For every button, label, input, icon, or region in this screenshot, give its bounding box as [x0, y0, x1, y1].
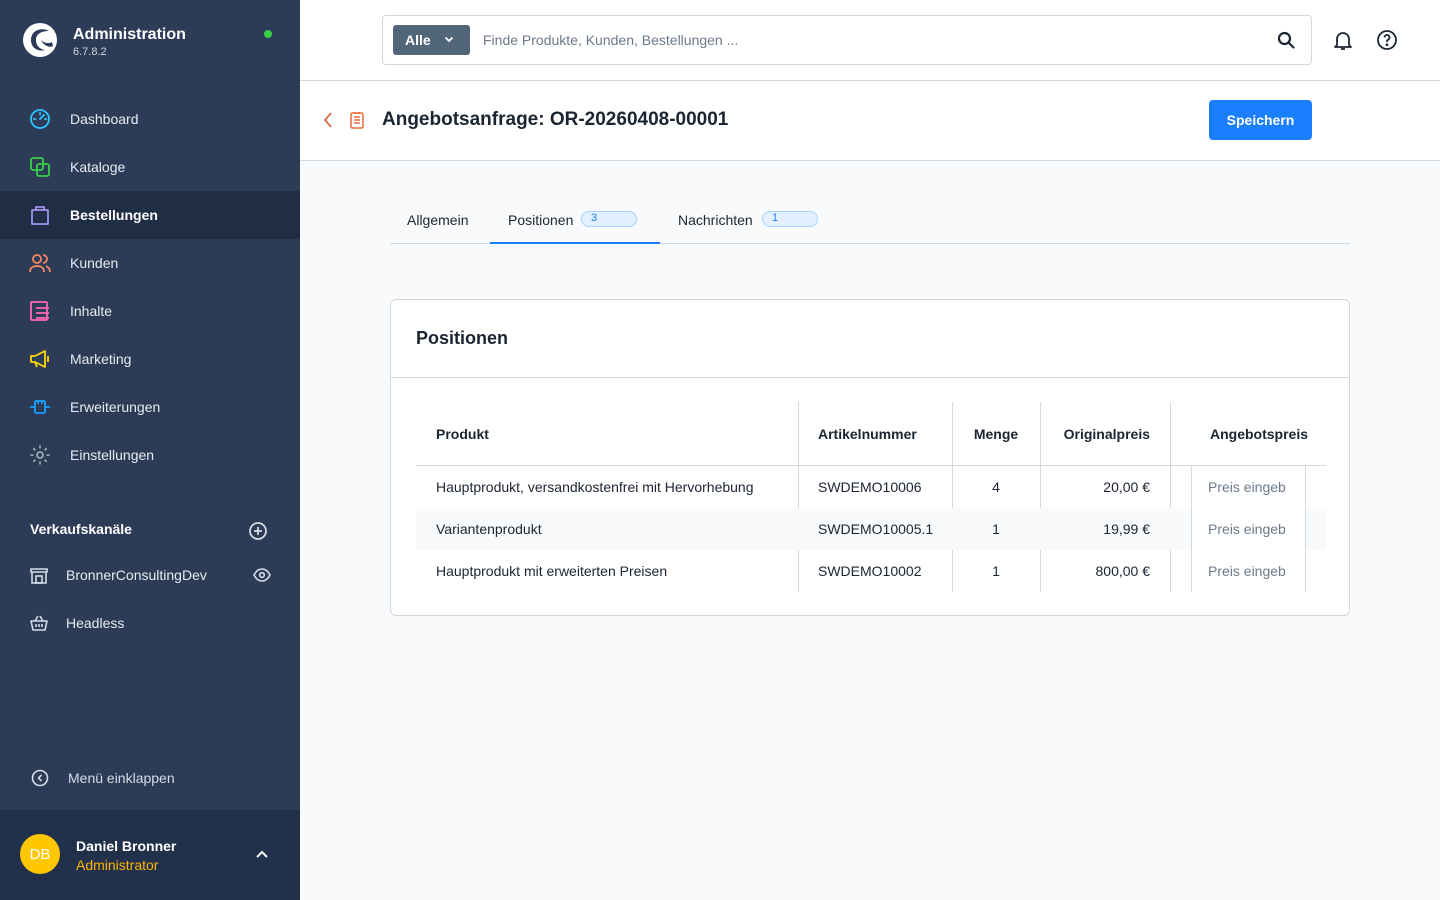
dashboard-icon: [30, 109, 50, 129]
sidebar-item-label: Inhalte: [70, 303, 113, 319]
customers-icon: [29, 254, 51, 273]
sidebar: Administration 6.7.8.2 Dashboard Katalog…: [0, 0, 300, 900]
user-panel[interactable]: DB Daniel Bronner Administrator: [0, 810, 300, 900]
catalog-icon: [30, 157, 50, 177]
count-badge: 1: [762, 211, 818, 227]
help-icon[interactable]: [1376, 29, 1398, 51]
search-type-dropdown[interactable]: Alle: [393, 25, 470, 55]
column-header-originalpreis[interactable]: Originalpreis: [1040, 402, 1150, 465]
column-header-produkt[interactable]: Produkt: [436, 402, 489, 465]
product-sku: SWDEMO10006: [818, 479, 922, 495]
column-header-menge[interactable]: Menge: [952, 402, 1040, 465]
sidebar-item-label: Dashboard: [70, 111, 139, 127]
sidebar-item-kataloge[interactable]: Kataloge: [0, 143, 300, 191]
search-input[interactable]: [483, 28, 1243, 52]
sales-channel-label: Headless: [66, 615, 125, 631]
table-row: Hauptprodukt, versandkostenfrei mit Herv…: [416, 466, 1326, 508]
card-title: Positionen: [416, 328, 509, 348]
sidebar-item-label: Erweiterungen: [70, 399, 161, 415]
offer-price-input[interactable]: Preis eingeb: [1191, 466, 1306, 508]
original-price: 20,00 €: [1103, 479, 1150, 495]
sidebar-item-label: Bestellungen: [70, 207, 158, 223]
sales-channels-header: Verkaufskanäle: [30, 521, 132, 537]
global-search: Alle: [382, 15, 1312, 65]
table-row: Variantenprodukt SWDEMO10005.1 1 19,99 €…: [416, 508, 1326, 550]
sidebar-item-label: Einstellungen: [70, 447, 155, 463]
positions-table: Produkt Artikelnummer Menge Originalprei…: [416, 402, 1326, 592]
count-badge: 3: [581, 211, 637, 227]
sidebar-item-bestellungen[interactable]: Bestellungen: [0, 191, 300, 239]
add-sales-channel-icon[interactable]: [248, 521, 268, 541]
original-price: 800,00 €: [1095, 563, 1151, 579]
sidebar-item-label: Kataloge: [70, 159, 126, 175]
product-name: Hauptprodukt, versandkostenfrei mit Herv…: [436, 479, 754, 495]
offer-price-input[interactable]: Preis eingeb: [1191, 550, 1306, 592]
top-bar: Alle: [300, 0, 1440, 81]
tab-positionen[interactable]: Positionen 3: [490, 195, 660, 244]
quantity: 1: [992, 521, 1000, 537]
tab-nachrichten[interactable]: Nachrichten 1: [660, 195, 830, 244]
sidebar-item-label: Marketing: [70, 351, 132, 367]
eye-icon[interactable]: [253, 567, 271, 583]
gear-icon: [30, 445, 50, 465]
offer-price-input[interactable]: Preis eingeb: [1191, 508, 1306, 550]
tab-bar: Allgemein Positionen 3 Nachrichten 1: [390, 195, 1350, 244]
quantity: 4: [992, 479, 1000, 495]
main-nav: Dashboard Kataloge Bestellungen Kunden I…: [0, 95, 300, 479]
divider: [391, 377, 1349, 378]
bell-icon[interactable]: [1332, 29, 1354, 51]
sidebar-item-dashboard[interactable]: Dashboard: [0, 95, 300, 143]
sidebar-item-erweiterungen[interactable]: Erweiterungen: [0, 383, 300, 431]
sales-channel-label: BronnerConsultingDev: [66, 567, 207, 583]
product-name: Hauptprodukt mit erweiterten Preisen: [436, 563, 668, 579]
smart-bar: Angebotsanfrage: OR-20260408-00001 Speic…: [300, 81, 1440, 161]
page-title: Angebotsanfrage: OR-20260408-00001: [382, 109, 729, 130]
table-header: Produkt Artikelnummer Menge Originalprei…: [416, 402, 1326, 466]
megaphone-icon: [30, 350, 49, 368]
tab-allgemein[interactable]: Allgemein: [390, 195, 490, 244]
column-header-angebotspreis[interactable]: Angebotspreis: [1170, 402, 1326, 465]
brand-header: Administration 6.7.8.2: [0, 0, 300, 80]
content-icon: [30, 301, 49, 321]
search-icon[interactable]: [1277, 31, 1295, 49]
app-version: 6.7.8.2: [73, 46, 107, 58]
quantity: 1: [992, 563, 1000, 579]
shopping-bag-icon: [31, 206, 49, 225]
positions-card: Positionen Produkt Artikelnummer Menge O…: [390, 299, 1350, 616]
chevron-down-icon: [444, 36, 454, 43]
sidebar-item-kunden[interactable]: Kunden: [0, 239, 300, 287]
avatar: DB: [20, 834, 60, 874]
collapse-label: Menü einklappen: [68, 770, 175, 786]
chevron-up-icon[interactable]: [254, 848, 270, 860]
search-type-label: Alle: [405, 32, 431, 48]
sales-channel-item[interactable]: Headless: [0, 601, 300, 645]
user-role: Administrator: [76, 857, 159, 873]
product-name: Variantenprodukt: [436, 521, 542, 537]
sidebar-item-label: Kunden: [70, 255, 119, 271]
product-sku: SWDEMO10002: [818, 563, 922, 579]
back-arrow-icon[interactable]: [322, 111, 334, 129]
sidebar-item-marketing[interactable]: Marketing: [0, 335, 300, 383]
status-indicator: [264, 30, 272, 38]
product-sku: SWDEMO10005.1: [818, 521, 934, 537]
table-row: Hauptprodukt mit erweiterten Preisen SWD…: [416, 550, 1326, 592]
sidebar-item-einstellungen[interactable]: Einstellungen: [0, 431, 300, 479]
app-title: Administration: [73, 26, 186, 43]
sales-channel-item[interactable]: BronnerConsultingDev: [0, 553, 300, 597]
user-name: Daniel Bronner: [76, 838, 177, 854]
sidebar-item-inhalte[interactable]: Inhalte: [0, 287, 300, 335]
tab-label: Nachrichten: [678, 212, 753, 228]
original-price: 19,99 €: [1103, 521, 1150, 537]
collapse-menu-button[interactable]: Menü einklappen: [0, 760, 300, 796]
storefront-icon: [30, 568, 48, 584]
tab-label: Allgemein: [407, 212, 469, 228]
document-icon: [350, 112, 364, 129]
basket-icon: [30, 615, 48, 631]
shopware-logo-icon: [23, 23, 57, 57]
save-button[interactable]: Speichern: [1209, 100, 1312, 140]
column-header-artikelnummer[interactable]: Artikelnummer: [818, 402, 917, 465]
plug-icon: [30, 400, 50, 414]
collapse-icon: [31, 769, 49, 787]
tab-label: Positionen: [508, 212, 574, 228]
